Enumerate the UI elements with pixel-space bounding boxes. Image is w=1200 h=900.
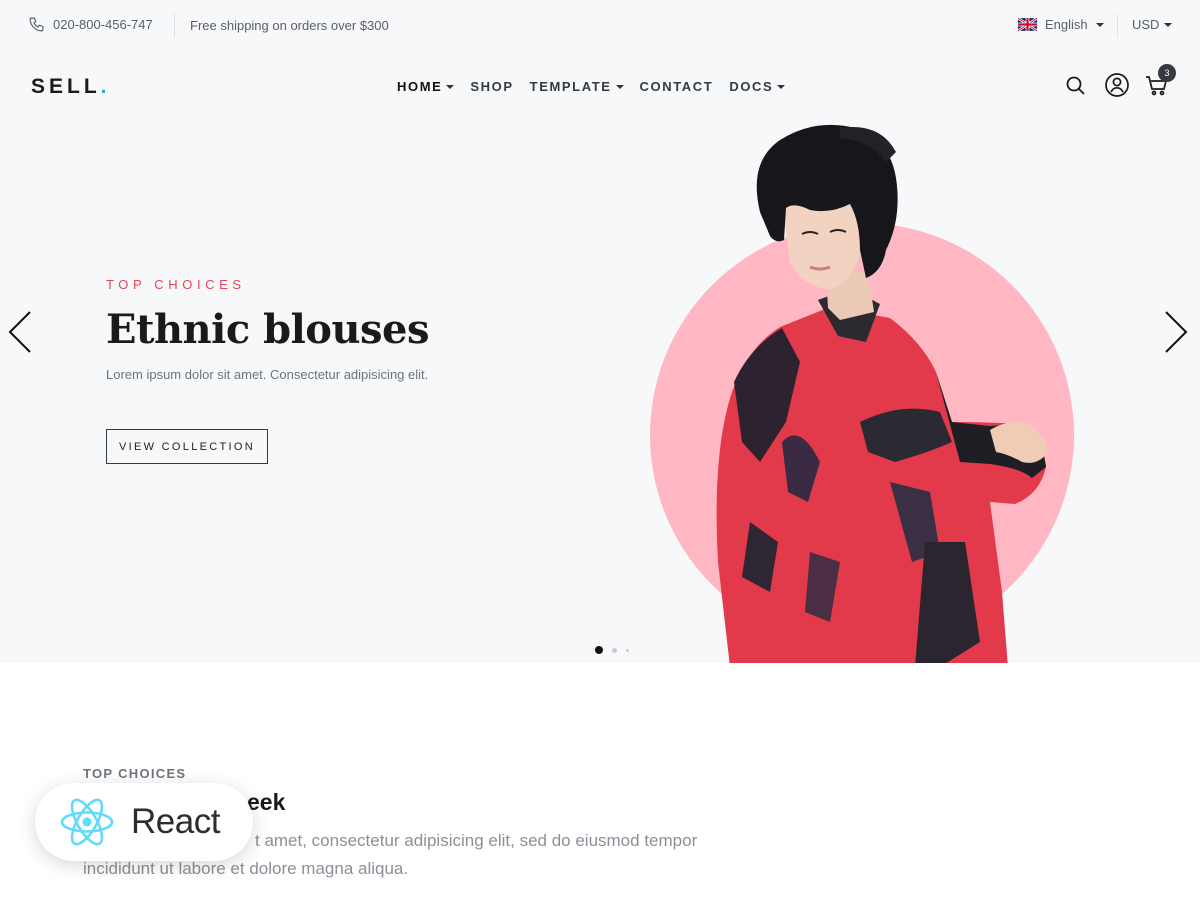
chevron-down-icon bbox=[777, 85, 786, 89]
hero-slider: SELL. HOME SHOP TEMPLATE CONTACT DOCS 3 … bbox=[0, 52, 1200, 663]
nav-label: DOCS bbox=[729, 79, 774, 94]
section-title-text: eek bbox=[247, 789, 286, 815]
chevron-down-icon bbox=[446, 85, 455, 89]
main-nav: HOME SHOP TEMPLATE CONTACT DOCS bbox=[397, 79, 786, 94]
react-logo-icon bbox=[60, 798, 114, 846]
slide-dot-2[interactable] bbox=[612, 647, 617, 653]
chevron-right-icon bbox=[1165, 311, 1188, 353]
nav-home[interactable]: HOME bbox=[397, 79, 455, 94]
phone-contact[interactable]: 020-800-456-747 bbox=[28, 16, 153, 33]
search-button[interactable] bbox=[1064, 72, 1088, 98]
hero-subtitle: Lorem ipsum dolor sit amet. Consectetur … bbox=[106, 367, 429, 382]
model-photo bbox=[716, 124, 1048, 663]
nav-label: SHOP bbox=[470, 79, 514, 94]
language-selector[interactable]: English bbox=[1018, 17, 1104, 32]
slide-dot-3[interactable] bbox=[626, 648, 629, 652]
top-bar: 020-800-456-747 Free shipping on orders … bbox=[0, 0, 1200, 52]
account-button[interactable] bbox=[1104, 72, 1129, 98]
header-icons: 3 bbox=[1064, 64, 1176, 98]
search-icon bbox=[1066, 76, 1085, 95]
slide-indicators bbox=[595, 646, 629, 654]
language-label: English bbox=[1045, 17, 1088, 32]
logo-text: SELL bbox=[31, 75, 101, 98]
chevron-down-icon bbox=[1164, 23, 1173, 27]
view-collection-button[interactable]: VIEW COLLECTION bbox=[106, 429, 268, 464]
react-label: React bbox=[131, 802, 220, 841]
currency-label: USD bbox=[1132, 17, 1160, 32]
uk-flag-icon bbox=[1018, 18, 1037, 31]
nav-label: TEMPLATE bbox=[529, 79, 612, 94]
chevron-down-icon bbox=[1095, 23, 1104, 27]
nav-label: CONTACT bbox=[639, 79, 714, 94]
divider bbox=[174, 14, 175, 38]
nav-shop[interactable]: SHOP bbox=[470, 79, 513, 94]
logo-dot: . bbox=[100, 75, 111, 98]
section-eyebrow: TOP CHOICES bbox=[83, 766, 187, 781]
nav-contact[interactable]: CONTACT bbox=[640, 79, 714, 94]
slide-dot-1[interactable] bbox=[595, 646, 603, 654]
cart-button[interactable]: 3 bbox=[1144, 64, 1176, 98]
divider bbox=[1117, 14, 1118, 38]
hero-eyebrow: TOP CHOICES bbox=[106, 277, 246, 292]
hero-title: Ethnic blouses bbox=[106, 306, 430, 353]
logo[interactable]: SELL. bbox=[31, 75, 111, 99]
nav-label: HOME bbox=[397, 79, 443, 94]
cart-count-badge: 3 bbox=[1158, 64, 1176, 82]
prev-slide-button[interactable] bbox=[6, 310, 34, 354]
phone-number: 020-800-456-747 bbox=[53, 17, 153, 32]
top-choices-section: TOP CHOICES eek t amet, consectetur adip… bbox=[0, 663, 1200, 900]
next-slide-button[interactable] bbox=[1162, 310, 1190, 354]
chevron-left-icon bbox=[8, 311, 31, 353]
currency-selector[interactable]: USD bbox=[1132, 17, 1173, 32]
chevron-down-icon bbox=[615, 85, 624, 89]
react-badge: React bbox=[35, 783, 253, 861]
user-icon bbox=[1105, 73, 1129, 97]
shipping-notice: Free shipping on orders over $300 bbox=[190, 18, 389, 33]
nav-template[interactable]: TEMPLATE bbox=[530, 79, 624, 94]
nav-docs[interactable]: DOCS bbox=[729, 79, 786, 94]
phone-icon bbox=[29, 17, 44, 32]
